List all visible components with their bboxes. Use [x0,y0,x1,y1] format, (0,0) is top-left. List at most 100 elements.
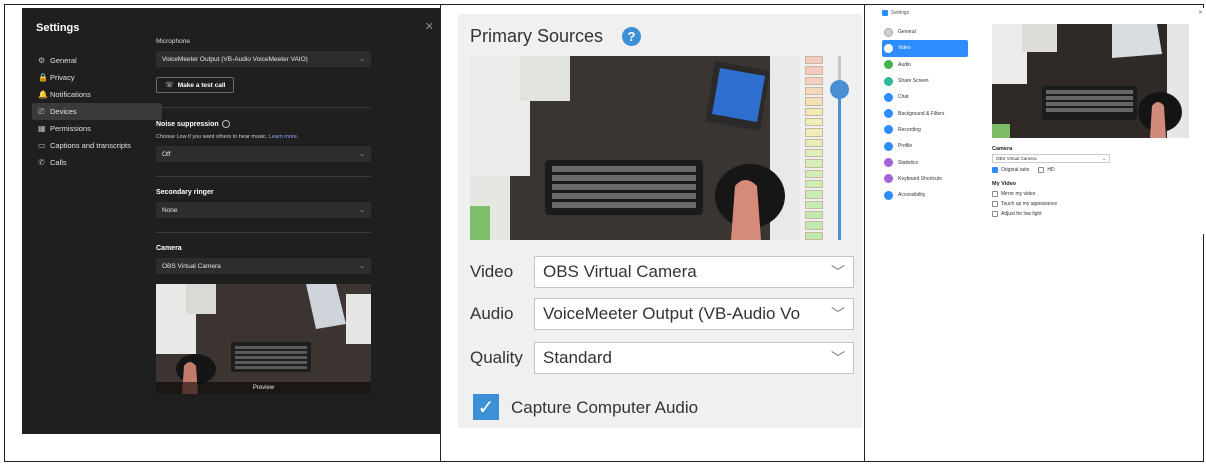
camera-value: OBS Virtual Camera [996,156,1037,161]
video-preview-image [470,56,800,240]
sidebar-item-label: Calls [50,158,67,167]
ringer-dropdown[interactable]: None ⌄ [156,202,371,218]
noise-dropdown[interactable]: Off ⌄ [156,146,371,162]
primary-sources-panel: Primary Sources ? Video OBS Virtual Came… [458,14,862,428]
settings-nav: ⚙ General 🔒 Privacy 🔔 Notifications ⎚ Devices ▦ P… [32,52,162,171]
profile-icon [884,141,893,151]
bell-icon: 🔔 [38,90,48,99]
sidebar-item-calls[interactable]: ✆ Calls [32,154,162,171]
audio-select[interactable]: VoiceMeeter Output (VB-Audio Vo ﹀ [534,298,854,330]
window-title: Settings [891,10,910,16]
sidebar-item-audio[interactable]: Audio [882,57,968,73]
devices-icon: ⎚ [38,106,45,116]
general-icon [884,27,893,37]
low-light-row: Adjust for low light [992,211,1110,217]
video-preview [470,56,800,240]
close-icon[interactable]: ✕ [425,20,434,33]
sidebar-item-label: Statistics [898,159,919,166]
learn-more-link[interactable]: Learn more. [269,134,299,140]
panel-title: Primary Sources [470,26,604,46]
mirror-label: Mirror my video [1001,191,1036,197]
audio-value: VoiceMeeter Output (VB-Audio Vo [543,304,801,323]
sidebar-item-keyboard-shortcuts[interactable]: Keyboard Shortcuts [882,171,968,187]
chevron-down-icon: ﹀ [831,307,845,323]
info-icon[interactable] [221,120,230,128]
cell-divider [440,4,441,462]
phone-icon: ☏ [165,81,174,89]
cc-icon: ▭ [38,141,46,150]
help-icon[interactable]: ? [622,27,641,46]
background-filters-icon [884,109,893,119]
camera-label: Camera [156,245,182,252]
original-ratio-checkbox[interactable] [992,167,998,173]
camera-value: OBS Virtual Camera [162,262,221,270]
chevron-down-icon: ⌄ [359,262,365,270]
sidebar-item-statistics[interactable]: Statistics [882,154,968,170]
capture-audio-label: Capture Computer Audio [511,398,699,417]
sidebar-item-label: Video [898,45,911,52]
quality-select[interactable]: Standard ﹀ [534,342,854,374]
volume-slider-thumb[interactable] [830,80,849,99]
sidebar-item-accessibility[interactable]: Accessibility [882,187,968,203]
video-label: Video [470,262,514,281]
sidebar-item-privacy[interactable]: 🔒 Privacy [32,69,162,86]
test-call-button[interactable]: ☏ Make a test call [156,77,235,93]
low-light-checkbox[interactable] [992,211,998,217]
mirror-checkbox[interactable] [992,191,998,197]
sidebar-item-captions-and-transcripts[interactable]: ▭ Captions and transcripts [32,137,162,154]
sidebar-item-label: Captions and transcripts [50,141,131,150]
chevron-down-icon: ⌄ [359,206,365,214]
sidebar-item-video[interactable]: Video [882,40,968,57]
video-select[interactable]: OBS Virtual Camera ﹀ [534,256,854,288]
sidebar-item-label: Audio [898,61,911,68]
sidebar-item-general[interactable]: ⚙ General [32,52,162,69]
video-row: Video OBS Virtual Camera ﹀ [470,256,854,288]
statistics-icon [884,158,893,168]
close-icon[interactable]: ✕ [1198,9,1203,16]
teams-settings-panel: Settings ✕ ⚙ General 🔒 Privacy 🔔 Notification… [22,8,440,434]
camera-dropdown[interactable]: OBS Virtual Camera ⌄ [156,258,371,274]
sidebar-item-background-filters[interactable]: Background & Filters [882,105,968,121]
sidebar-item-profile[interactable]: Profile [882,138,968,154]
chevron-down-icon: ﹀ [831,351,845,367]
preview-label: Preview [156,382,371,394]
sidebar-item-chat[interactable]: Chat [882,89,968,105]
sidebar-item-general[interactable]: General [882,24,968,40]
lock-icon: 🔒 [38,73,48,82]
zoom-logo-icon [882,10,888,16]
camera-section: Camera OBS Virtual Camera ⌄ Original rat… [992,146,1110,217]
touch-up-label: Touch up my appearance [1001,201,1058,207]
phone-icon: ✆ [38,158,45,167]
quality-label: Quality [470,348,523,367]
hd-label: HD [1047,167,1055,173]
chevron-down-icon: ⌄ [359,150,365,158]
capture-audio-checkbox[interactable]: ✓ [473,394,499,420]
touch-up-checkbox[interactable] [992,201,998,207]
accessibility-icon [884,190,893,200]
sidebar-item-share-screen[interactable]: Share Screen [882,73,968,89]
sidebar-item-label: General [898,29,916,36]
sidebar-item-notifications[interactable]: 🔔 Notifications [32,86,162,103]
camera-label: Camera [992,146,1013,152]
audio-meter [805,56,823,240]
audio-label: Audio [470,304,514,323]
sidebar-item-label: Notifications [50,90,91,99]
quality-row: Quality Standard ﹀ [470,342,854,374]
sidebar-item-recording[interactable]: Recording [882,122,968,138]
divider [156,232,371,233]
sidebar-item-label: Background & Filters [898,110,945,117]
camera-preview-image [992,24,1189,138]
gear-icon: ⚙ [38,56,46,65]
microphone-dropdown[interactable]: VoiceMeeter Output (VB-Audio VoiceMeeter… [156,51,371,67]
microphone-label: Microphone [156,38,190,45]
microphone-value: VoiceMeeter Output (VB-Audio VoiceMeeter… [162,55,308,63]
sidebar-item-label: Profile [898,143,913,150]
camera-select[interactable]: OBS Virtual Camera ⌄ [992,154,1110,163]
sidebar-item-label: Chat [898,94,909,101]
settings-title: Settings [36,22,80,34]
settings-nav: General Video Audio Share Screen Chat Backgro… [882,24,968,203]
hd-checkbox[interactable] [1038,167,1045,173]
sidebar-item-devices[interactable]: ⎚ Devices [32,103,162,120]
sidebar-item-label: Accessibility [898,192,926,199]
sidebar-item-permissions[interactable]: ▦ Permissions [32,120,162,137]
